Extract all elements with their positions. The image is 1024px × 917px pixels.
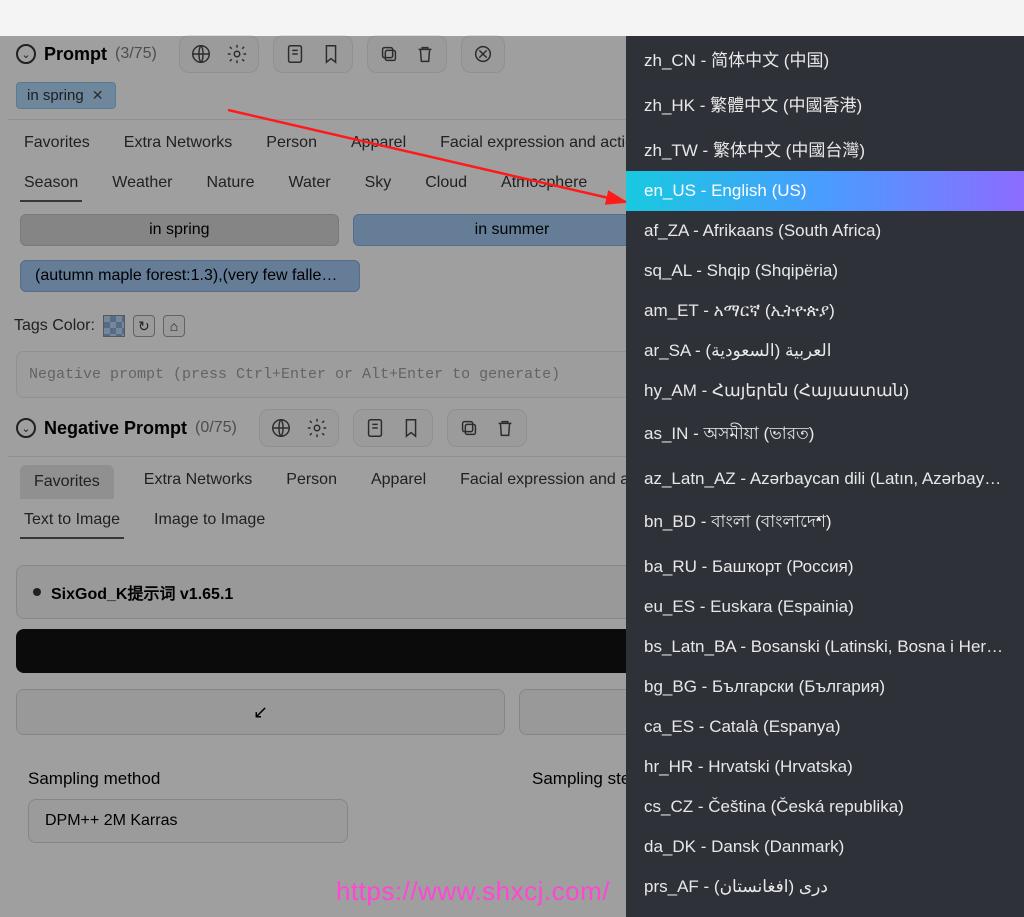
language-option[interactable]: ba_RU - Башҡорт (Россия) bbox=[626, 547, 1024, 587]
sampling-method-select[interactable]: DPM++ 2M Karras bbox=[28, 799, 348, 843]
copy-icon[interactable] bbox=[458, 417, 480, 439]
sampling-method-label: Sampling method bbox=[28, 769, 492, 789]
language-option[interactable]: cs_CZ - Čeština (Česká republika) bbox=[626, 787, 1024, 827]
icon-group-4 bbox=[461, 35, 505, 73]
tab-favorites[interactable]: Favorites bbox=[20, 128, 94, 162]
trash-icon[interactable] bbox=[414, 43, 436, 65]
language-option[interactable]: bg_BG - Български (България) bbox=[626, 667, 1024, 707]
language-option[interactable]: bs_Latn_BA - Bosanski (Latinski, Bosna i… bbox=[626, 627, 1024, 667]
language-option[interactable]: ca_ES - Català (Espanya) bbox=[626, 707, 1024, 747]
neg-icon-group-2 bbox=[353, 409, 433, 447]
neg-icon-group-3 bbox=[447, 409, 527, 447]
bookmark-icon[interactable] bbox=[320, 43, 342, 65]
neg-tab-extra[interactable]: Extra Networks bbox=[140, 465, 256, 499]
negative-count: (0/75) bbox=[195, 419, 237, 437]
note-icon[interactable] bbox=[364, 417, 386, 439]
neg-icon-group-1 bbox=[259, 409, 339, 447]
icon-group-2 bbox=[273, 35, 353, 73]
tab-extra-networks[interactable]: Extra Networks bbox=[120, 128, 236, 162]
gear-icon[interactable] bbox=[306, 417, 328, 439]
globe-icon[interactable] bbox=[190, 43, 212, 65]
arrow-down-left-icon: ↙ bbox=[253, 702, 268, 723]
gear-icon[interactable] bbox=[226, 43, 248, 65]
icon-group-1 bbox=[179, 35, 259, 73]
neg-tab-favorites[interactable]: Favorites bbox=[20, 465, 114, 499]
language-option[interactable]: zh_HK - 繁體中文 (中國香港) bbox=[626, 81, 1024, 126]
language-option[interactable]: hy_AM - Հայերեն (Հայաստան) bbox=[626, 371, 1024, 411]
prompt-count: (3/75) bbox=[115, 45, 157, 63]
language-option[interactable]: hr_HR - Hrvatski (Hrvatska) bbox=[626, 747, 1024, 787]
language-option[interactable]: zh_TW - 繁体中文 (中國台灣) bbox=[626, 126, 1024, 171]
language-option[interactable]: as_IN - অসমীয়া (ভারত) bbox=[626, 411, 1024, 459]
language-option[interactable]: az_Latn_AZ - Azərbaycan dili (Latın, Azə… bbox=[626, 459, 1024, 499]
language-option[interactable]: ar_SA - (السعودية) العربية bbox=[626, 331, 1024, 371]
icon-group-3 bbox=[367, 35, 447, 73]
trash-icon[interactable] bbox=[494, 417, 516, 439]
annotation-arrow bbox=[228, 102, 636, 212]
color-swatch[interactable] bbox=[103, 315, 125, 337]
subtab-img2img[interactable]: Image to Image bbox=[150, 507, 269, 539]
tag-chip[interactable]: in spring ✕ bbox=[16, 82, 116, 109]
long-tag[interactable]: (autumn maple forest:1.3),(very few fall… bbox=[20, 260, 360, 292]
subtab-season[interactable]: Season bbox=[20, 170, 82, 202]
tag-label: in spring bbox=[27, 87, 84, 104]
tags-color-label: Tags Color: bbox=[14, 317, 95, 335]
dot-icon bbox=[33, 588, 41, 596]
language-option[interactable]: af_ZA - Afrikaans (South Africa) bbox=[626, 211, 1024, 251]
collapse-icon[interactable]: ⌄ bbox=[16, 44, 36, 64]
language-option[interactable]: am_ET - አማርኛ (ኢትዮጵያ) bbox=[626, 291, 1024, 331]
neg-tab-person[interactable]: Person bbox=[282, 465, 341, 499]
language-option[interactable]: prs_AF - (افغانستان) درى bbox=[626, 867, 1024, 907]
refresh-icon[interactable]: ↻ bbox=[133, 315, 155, 337]
subtab-txt2img[interactable]: Text to Image bbox=[20, 507, 124, 539]
tag-close-icon[interactable]: ✕ bbox=[90, 87, 106, 104]
subtab-weather[interactable]: Weather bbox=[108, 170, 176, 202]
language-option[interactable]: sq_AL - Shqip (Shqipëria) bbox=[626, 251, 1024, 291]
copy-icon[interactable] bbox=[378, 43, 400, 65]
note-icon[interactable] bbox=[284, 43, 306, 65]
season-summer[interactable]: in summer bbox=[353, 214, 672, 246]
prompt-title: Prompt bbox=[44, 44, 107, 65]
collapse-icon[interactable]: ⌄ bbox=[16, 418, 36, 438]
language-option[interactable]: eu_ES - Euskara (Espainia) bbox=[626, 587, 1024, 627]
globe-icon[interactable] bbox=[270, 417, 292, 439]
language-option[interactable]: da_DK - Dansk (Danmark) bbox=[626, 827, 1024, 867]
calendar-icon[interactable]: ⌂ bbox=[163, 315, 185, 337]
version-text: SixGod_K提示词 v1.65.1 bbox=[51, 580, 233, 604]
language-option[interactable]: en_US - English (US) bbox=[626, 171, 1024, 211]
season-spring[interactable]: in spring bbox=[20, 214, 339, 246]
neg-tab-apparel[interactable]: Apparel bbox=[367, 465, 430, 499]
negative-title: Negative Prompt bbox=[44, 418, 187, 439]
bookmark-icon[interactable] bbox=[400, 417, 422, 439]
left-button[interactable]: ↙ bbox=[16, 689, 505, 735]
language-option[interactable]: zh_CN - 简体中文 (中国) bbox=[626, 36, 1024, 81]
openai-icon[interactable] bbox=[472, 43, 494, 65]
language-option[interactable]: bn_BD - বাংলা (বাংলাদেশ) bbox=[626, 499, 1024, 547]
language-dropdown[interactable]: zh_CN - 简体中文 (中国)zh_HK - 繁體中文 (中國香港)zh_T… bbox=[626, 36, 1024, 917]
